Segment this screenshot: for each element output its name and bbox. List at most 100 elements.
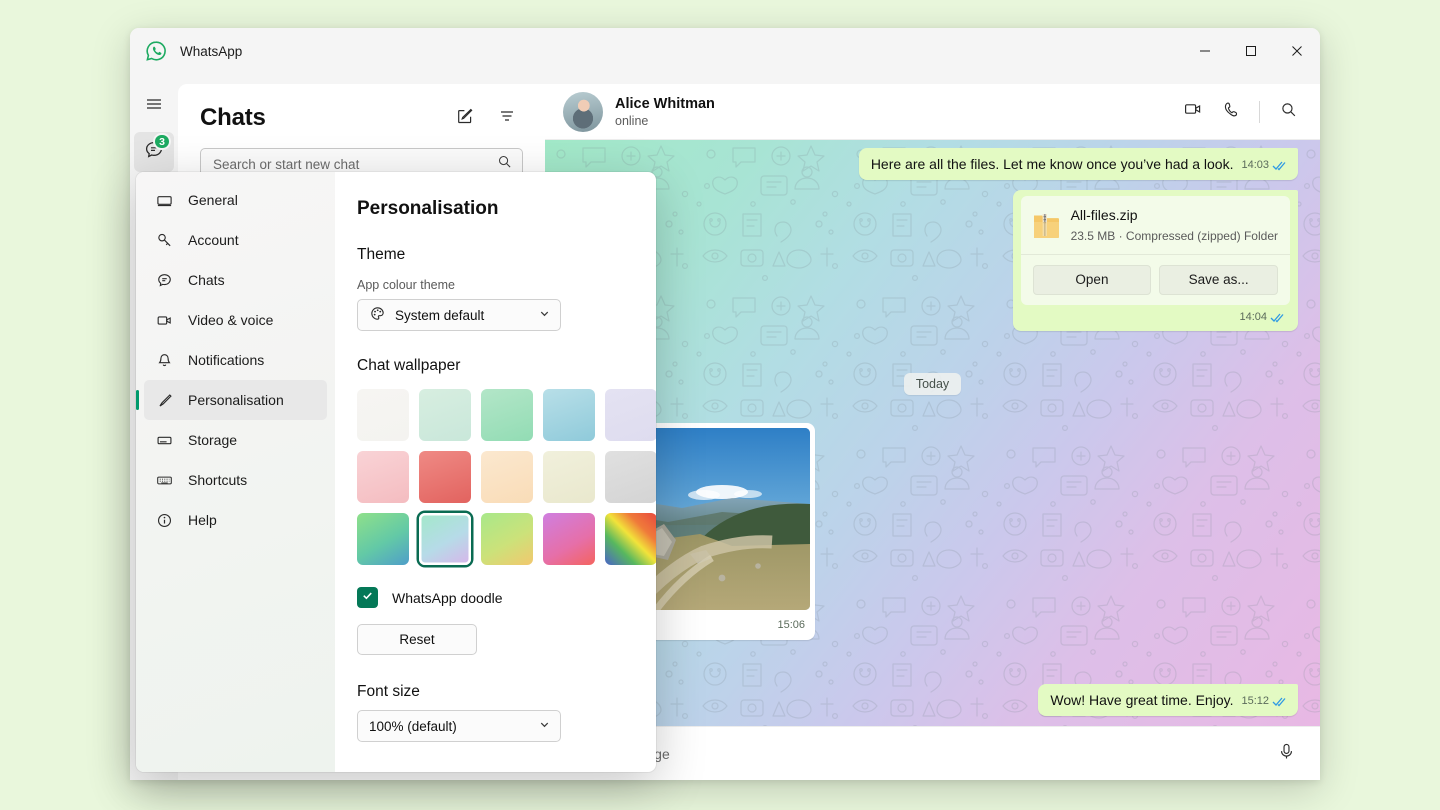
sidebar-item-personalisation[interactable]: Personalisation [144, 380, 327, 420]
message-time: 15:12 [1241, 694, 1269, 709]
message-meta: 14:03 [1241, 158, 1288, 174]
voice-call-button[interactable] [1215, 96, 1247, 128]
wallpaper-swatch-w2[interactable] [419, 389, 471, 441]
sidebar-item-account[interactable]: Account [144, 220, 327, 260]
file-subtitle: 23.5 MB · Compressed (zipped) Folder [1071, 228, 1278, 244]
save-as-button[interactable]: Save as... [1159, 265, 1278, 295]
filter-chats-button[interactable] [491, 102, 523, 134]
new-chat-button[interactable] [449, 102, 481, 134]
contact-status: online [615, 114, 715, 128]
wallpaper-swatch-w14[interactable] [543, 513, 595, 565]
wallpaper-swatch-w8[interactable] [481, 451, 533, 503]
info-icon [154, 512, 174, 529]
window-controls [1182, 28, 1320, 74]
minimize-button[interactable] [1182, 28, 1228, 74]
message-bubble-text[interactable]: Here are all the files. Let me know once… [859, 148, 1298, 180]
message-input-placeholder: Type a message [567, 746, 1270, 762]
video-camera-icon [154, 312, 174, 329]
key-icon [154, 232, 174, 249]
contact-avatar[interactable] [563, 92, 603, 132]
close-button[interactable] [1274, 28, 1320, 74]
message-time: 15:06 [777, 618, 805, 633]
video-call-button[interactable] [1177, 96, 1209, 128]
chevron-down-icon [538, 718, 551, 734]
message-bubble-text[interactable]: Wow! Have great time. Enjoy. 15:12 [1038, 684, 1298, 716]
contact-name: Alice Whitman [615, 96, 715, 112]
message-row: Here are all the files. Let me know once… [567, 148, 1298, 180]
sidebar-item-help[interactable]: Help [144, 500, 327, 540]
sidebar-item-shortcuts[interactable]: Shortcuts [144, 460, 327, 500]
day-divider-label: Today [904, 373, 961, 395]
conversation-header: Alice Whitman online [545, 84, 1320, 140]
whatsapp-doodle-row[interactable]: WhatsApp doodle [357, 587, 628, 608]
sidebar-item-label: Help [188, 512, 217, 528]
wallpaper-swatch-w3[interactable] [481, 389, 533, 441]
storage-icon [154, 432, 174, 449]
file-info: All-files.zip 23.5 MB · Compressed (zipp… [1071, 206, 1278, 244]
sidebar-item-storage[interactable]: Storage [144, 420, 327, 460]
wallpaper-swatch-w13[interactable] [481, 513, 533, 565]
font-size-value: 100% (default) [369, 719, 457, 734]
contact-info: Alice Whitman online [615, 96, 715, 128]
sidebar-item-video-voice[interactable]: Video & voice [144, 300, 327, 340]
file-name: All-files.zip [1071, 206, 1278, 225]
divider [1021, 254, 1290, 255]
divider [1259, 101, 1260, 123]
message-time: 14:03 [1241, 158, 1269, 173]
read-receipt-icon [1270, 312, 1286, 323]
chats-header: Chats [178, 84, 545, 140]
sidebar-item-label: Chats [188, 272, 225, 288]
message-meta: 15:12 [1241, 694, 1288, 710]
voice-call-icon [1222, 100, 1241, 124]
wallpaper-swatch-w4[interactable] [543, 389, 595, 441]
wallpaper-heading: Chat wallpaper [357, 357, 628, 375]
file-actions: Open Save as... [1033, 265, 1278, 295]
wallpaper-swatch-w7[interactable] [419, 451, 471, 503]
read-receipt-icon [1272, 160, 1288, 171]
app-colour-theme-dropdown[interactable]: System default [357, 299, 561, 331]
sidebar-item-general[interactable]: General [144, 180, 327, 220]
conversation-pane: Alice Whitman online [545, 84, 1320, 780]
whatsapp-logo-icon [142, 37, 170, 65]
maximize-button[interactable] [1228, 28, 1274, 74]
wallpaper-swatch-w15[interactable] [605, 513, 656, 565]
wallpaper-swatch-w6[interactable] [357, 451, 409, 503]
rail-item-chats[interactable]: 3 [134, 132, 174, 172]
open-file-button[interactable]: Open [1033, 265, 1152, 295]
settings-panel: Personalisation Theme App colour theme S… [335, 172, 656, 772]
wallpaper-swatch-w9[interactable] [543, 451, 595, 503]
new-chat-icon [456, 107, 474, 130]
file-header: All-files.zip 23.5 MB · Compressed (zipp… [1033, 206, 1278, 244]
sidebar-item-chats[interactable]: Chats [144, 260, 327, 300]
chats-header-actions [449, 102, 523, 134]
microphone-button[interactable] [1270, 738, 1302, 770]
chat-bubble-icon [154, 272, 174, 289]
wallpaper-swatch-w11[interactable] [357, 513, 409, 565]
wallpaper-swatch-w1[interactable] [357, 389, 409, 441]
sidebar-item-label: Shortcuts [188, 472, 247, 488]
wallpaper-swatch-w5[interactable] [605, 389, 656, 441]
day-divider: Today [567, 373, 1298, 395]
reset-button[interactable]: Reset [357, 624, 477, 655]
app-title: WhatsApp [180, 44, 242, 59]
sidebar-item-label: Account [188, 232, 239, 248]
font-size-dropdown[interactable]: 100% (default) [357, 710, 561, 742]
page-title: Personalisation [357, 198, 628, 220]
doodle-label: WhatsApp doodle [392, 590, 503, 606]
sidebar-item-label: General [188, 192, 238, 208]
message-bubble-file[interactable]: All-files.zip 23.5 MB · Compressed (zipp… [1013, 190, 1298, 331]
microphone-icon [1277, 742, 1296, 766]
search-in-chat-button[interactable] [1272, 96, 1304, 128]
message-time: 14:04 [1239, 310, 1267, 325]
sidebar-item-notifications[interactable]: Notifications [144, 340, 327, 380]
message-composer[interactable]: Type a message [545, 726, 1320, 780]
hamburger-menu-button[interactable] [134, 86, 174, 126]
app-colour-theme-value: System default [395, 308, 484, 323]
wallpaper-swatch-w10[interactable] [605, 451, 656, 503]
hamburger-menu-icon [144, 94, 164, 119]
chats-title: Chats [200, 104, 266, 132]
checkmark-icon [361, 589, 374, 607]
doodle-checkbox[interactable] [357, 587, 378, 608]
wallpaper-swatch-w12[interactable] [419, 513, 471, 565]
bell-icon [154, 352, 174, 369]
